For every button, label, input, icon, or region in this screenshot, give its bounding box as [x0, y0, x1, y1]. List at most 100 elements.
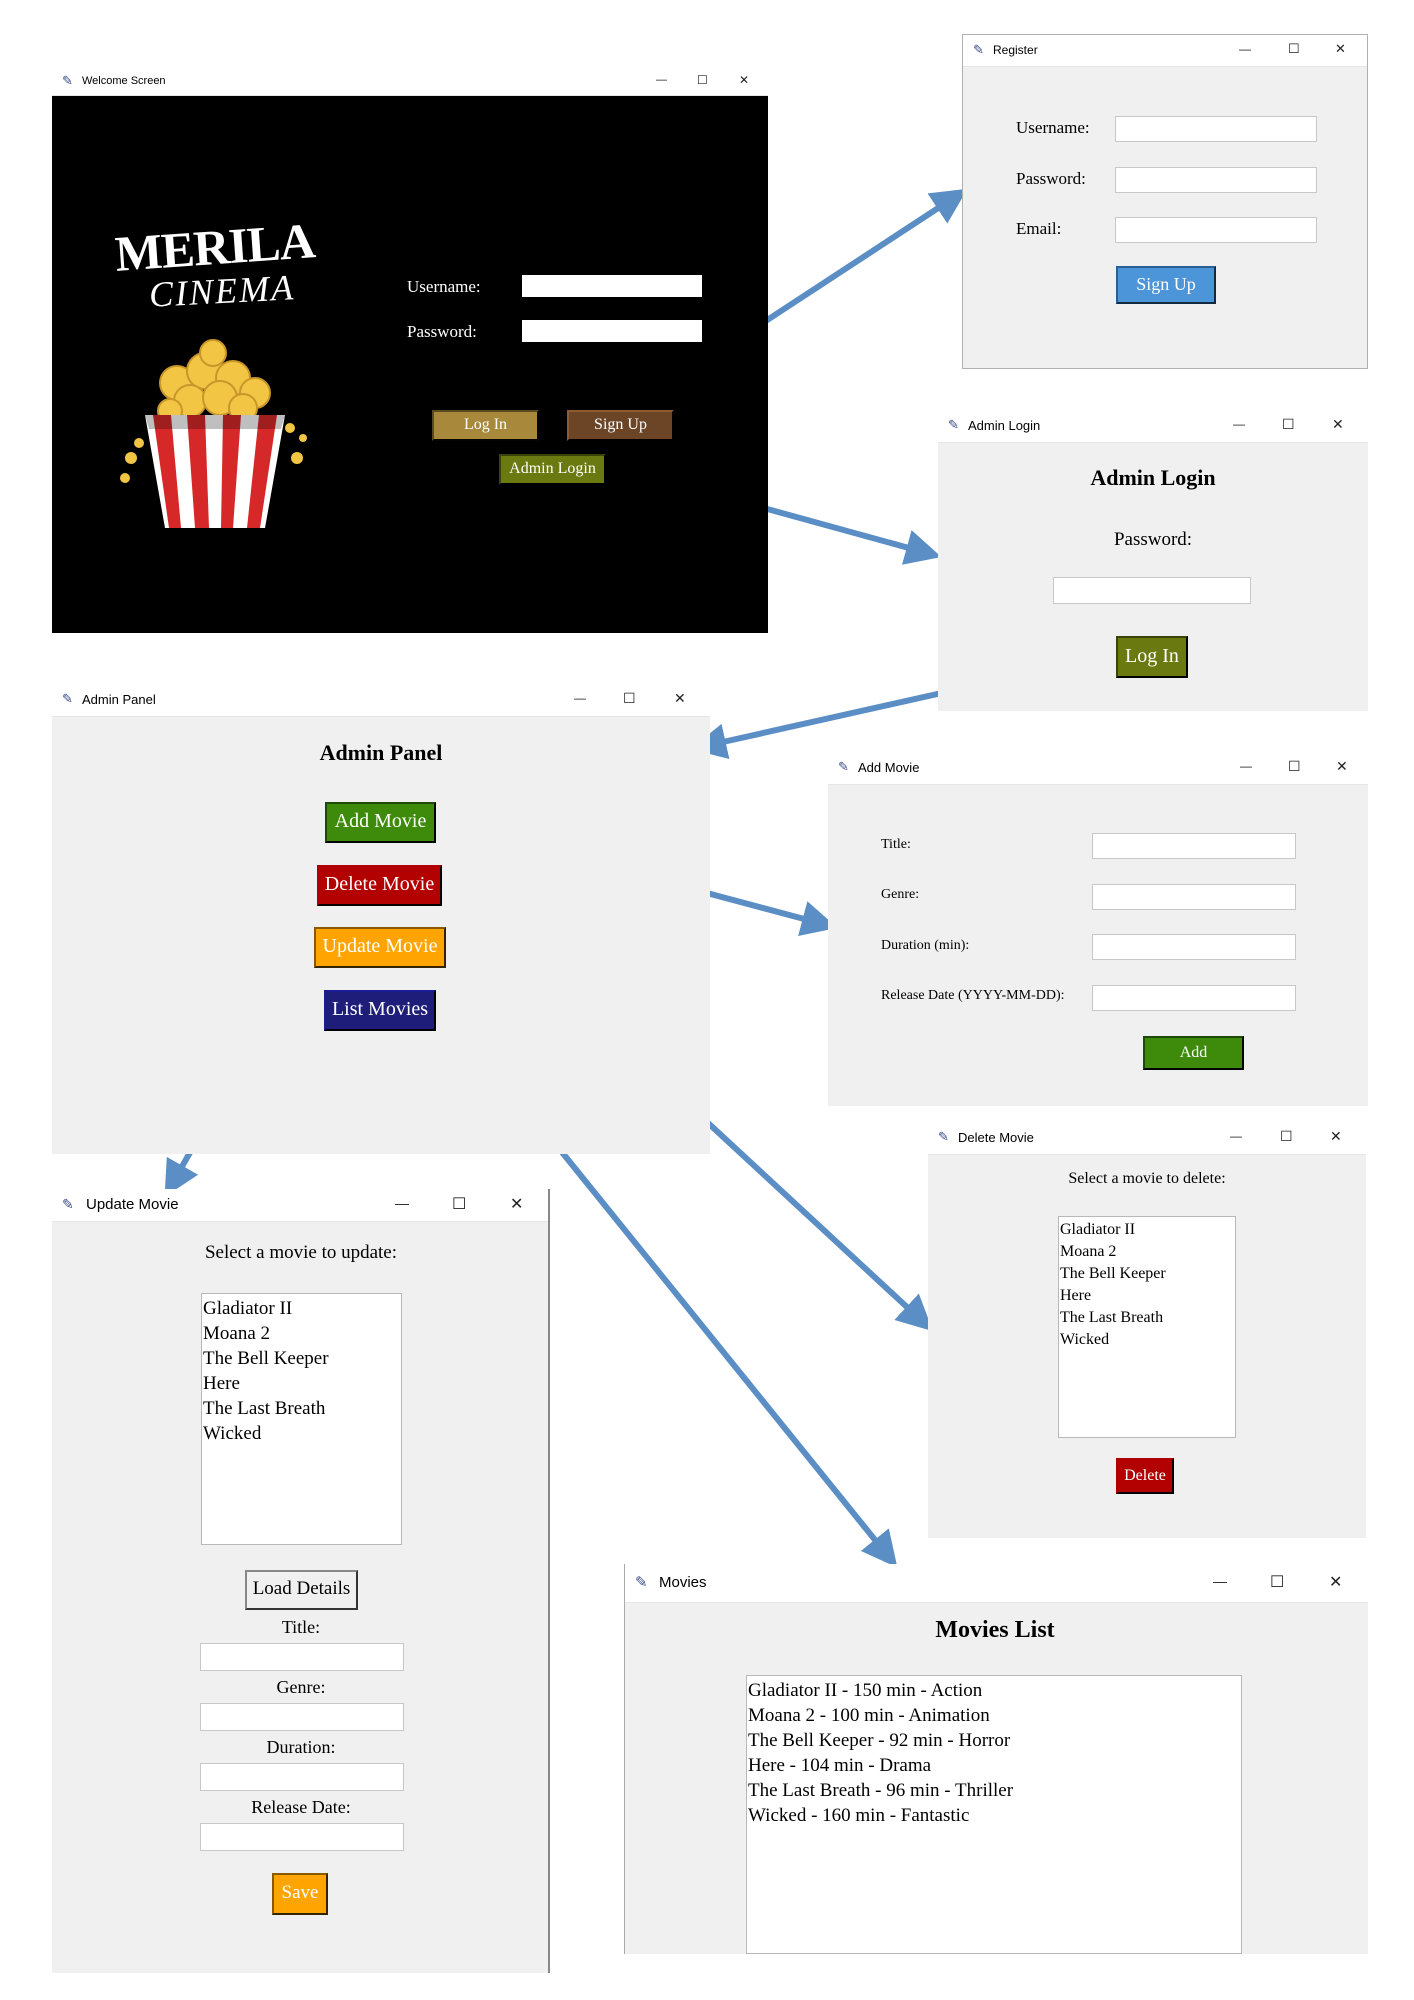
maximize-button[interactable]: ☐: [1288, 41, 1300, 57]
minimize-button[interactable]: —: [574, 691, 586, 705]
register-window: ✎ Register — ☐ ✕ Username: Password: Ema…: [962, 34, 1368, 369]
maximize-button[interactable]: ☐: [452, 1194, 466, 1214]
movie-listbox[interactable]: Gladiator II Moana 2 The Bell Keeper Her…: [201, 1293, 402, 1545]
minimize-button[interactable]: —: [1239, 42, 1251, 56]
list-item[interactable]: The Last Breath: [1060, 1307, 1235, 1329]
close-button[interactable]: ✕: [1330, 1128, 1342, 1145]
feather-icon: ✎: [973, 42, 984, 57]
minimize-button[interactable]: —: [1233, 417, 1245, 431]
delete-movie-button[interactable]: Delete Movie: [317, 865, 442, 906]
close-button[interactable]: ✕: [674, 690, 686, 707]
password-label: Password:: [407, 322, 477, 341]
feather-icon: ✎: [62, 73, 73, 88]
register-titlebar: ✎ Register — ☐ ✕: [963, 35, 1367, 67]
feather-icon: ✎: [635, 1574, 648, 1591]
list-item[interactable]: Gladiator II: [1060, 1219, 1235, 1241]
close-button[interactable]: ✕: [1336, 758, 1348, 775]
list-movies-button[interactable]: List Movies: [324, 990, 436, 1031]
username-field[interactable]: [522, 275, 702, 297]
list-item[interactable]: Gladiator II - 150 min - Action: [748, 1678, 1241, 1703]
list-item[interactable]: Moana 2: [203, 1321, 401, 1346]
add-movie-window: ✎ Add Movie — ☐ ✕ Title: Genre: Duration…: [828, 752, 1368, 1106]
heading: Movies List: [935, 1617, 1055, 1643]
maximize-button[interactable]: ☐: [697, 73, 708, 87]
heading: Admin Panel: [319, 740, 443, 765]
duration-field[interactable]: [200, 1763, 404, 1791]
save-button[interactable]: Save: [272, 1873, 328, 1915]
movie-listbox[interactable]: Gladiator II Moana 2 The Bell Keeper Her…: [1058, 1216, 1236, 1438]
list-item[interactable]: Here: [203, 1371, 401, 1396]
minimize-button[interactable]: —: [656, 74, 667, 86]
list-item[interactable]: The Bell Keeper - 92 min - Horror: [748, 1728, 1241, 1753]
list-item[interactable]: Gladiator II: [203, 1296, 401, 1321]
list-item[interactable]: Wicked - 160 min - Fantastic: [748, 1803, 1241, 1828]
feather-icon: ✎: [948, 417, 959, 432]
load-details-button[interactable]: Load Details: [245, 1570, 358, 1610]
signup-button[interactable]: Sign Up: [1116, 266, 1216, 304]
list-item[interactable]: The Last Breath - 96 min - Thriller: [748, 1778, 1241, 1803]
popcorn-icon: [120, 339, 307, 528]
list-item[interactable]: The Bell Keeper: [1060, 1263, 1235, 1285]
maximize-button[interactable]: ☐: [623, 690, 636, 707]
list-item[interactable]: The Bell Keeper: [203, 1346, 401, 1371]
admin-login-window: ✎ Admin Login — ☐ ✕ Admin Login Password…: [938, 410, 1368, 711]
close-button[interactable]: ✕: [1335, 41, 1346, 57]
password-field[interactable]: [522, 320, 702, 342]
list-item[interactable]: Wicked: [1060, 1329, 1235, 1351]
minimize-button[interactable]: —: [1230, 1129, 1242, 1143]
list-item[interactable]: The Last Breath: [203, 1396, 401, 1421]
admin-panel-window: ✎ Admin Panel — ☐ ✕ Admin Panel Add Movi…: [52, 684, 710, 1154]
movies-titlebar: ✎ Movies — ☐ ✕: [625, 1564, 1368, 1603]
release-date-label: Release Date:: [251, 1797, 351, 1817]
minimize-button[interactable]: —: [1213, 1573, 1227, 1589]
list-item[interactable]: Wicked: [203, 1421, 401, 1446]
password-field[interactable]: [1053, 577, 1251, 604]
maximize-button[interactable]: ☐: [1270, 1572, 1284, 1592]
close-button[interactable]: ✕: [739, 73, 749, 87]
maximize-button[interactable]: ☐: [1288, 758, 1301, 775]
movies-listbox[interactable]: Gladiator II - 150 min - Action Moana 2 …: [746, 1675, 1242, 1954]
release-date-label: Release Date (YYYY-MM-DD):: [881, 988, 1065, 1003]
minimize-button[interactable]: —: [395, 1195, 409, 1211]
release-date-field[interactable]: [1092, 985, 1296, 1011]
email-field[interactable]: [1115, 217, 1317, 243]
welcome-titlebar: ✎ Welcome Screen — ☐ ✕: [52, 68, 768, 96]
add-movie-button[interactable]: Add Movie: [325, 802, 436, 843]
username-label: Username:: [1016, 118, 1090, 137]
genre-label: Genre:: [881, 887, 920, 902]
duration-field[interactable]: [1092, 934, 1296, 960]
list-item[interactable]: Here: [1060, 1285, 1235, 1307]
update-movie-titlebar: ✎ Update Movie — ☐ ✕: [52, 1189, 548, 1222]
cinema-logo: MERILA CINEMA: [107, 212, 317, 528]
close-button[interactable]: ✕: [510, 1194, 523, 1214]
list-item[interactable]: Here - 104 min - Drama: [748, 1753, 1241, 1778]
password-label: Password:: [1113, 529, 1193, 550]
password-field[interactable]: [1115, 167, 1317, 193]
login-button[interactable]: Log In: [1116, 636, 1188, 678]
list-item[interactable]: Moana 2: [1060, 1241, 1235, 1263]
list-item[interactable]: Moana 2 - 100 min - Animation: [748, 1703, 1241, 1728]
release-date-field[interactable]: [200, 1823, 404, 1851]
login-button[interactable]: Log In: [432, 410, 539, 441]
update-movie-button[interactable]: Update Movie: [314, 927, 446, 968]
welcome-window: ✎ Welcome Screen — ☐ ✕ MERILA CINEMA Use…: [52, 68, 768, 633]
add-button[interactable]: Add: [1143, 1036, 1244, 1070]
genre-field[interactable]: [200, 1703, 404, 1731]
close-button[interactable]: ✕: [1329, 1572, 1342, 1592]
window-title: Add Movie: [858, 760, 920, 775]
genre-field[interactable]: [1092, 884, 1296, 910]
maximize-button[interactable]: ☐: [1280, 1128, 1293, 1145]
add-movie-titlebar: ✎ Add Movie — ☐ ✕: [828, 752, 1368, 785]
minimize-button[interactable]: —: [1240, 759, 1252, 773]
title-label: Title:: [881, 837, 911, 852]
admin-login-button[interactable]: Admin Login: [499, 454, 606, 485]
username-field[interactable]: [1115, 116, 1317, 142]
admin-panel-titlebar: ✎ Admin Panel — ☐ ✕: [52, 684, 710, 717]
maximize-button[interactable]: ☐: [1282, 416, 1295, 433]
signup-button[interactable]: Sign Up: [567, 410, 674, 441]
update-movie-window: ✎ Update Movie — ☐ ✕ Select a movie to u…: [52, 1189, 550, 1973]
delete-button[interactable]: Delete: [1116, 1458, 1174, 1494]
title-field[interactable]: [1092, 833, 1296, 859]
title-field[interactable]: [200, 1643, 404, 1671]
close-button[interactable]: ✕: [1332, 416, 1344, 433]
